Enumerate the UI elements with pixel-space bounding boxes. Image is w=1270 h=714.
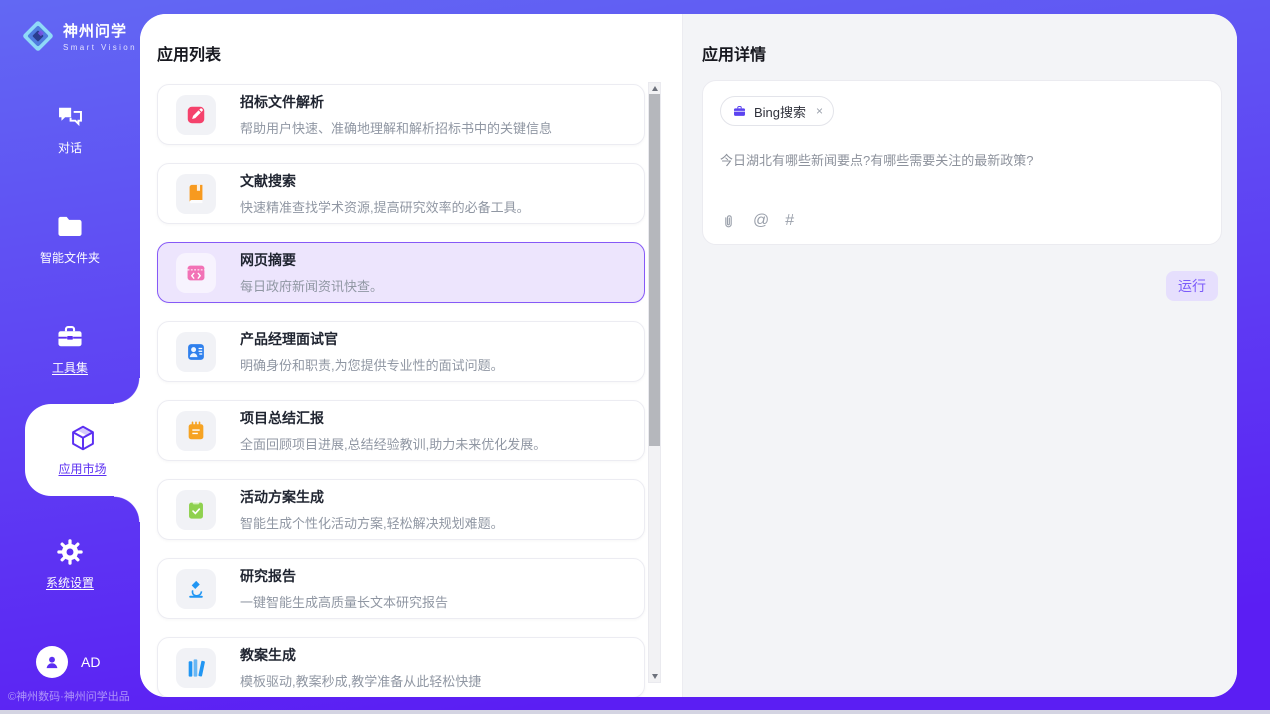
cube-icon [68,423,98,453]
app-list-title: 应用列表 [157,41,221,65]
app-name: 产品经理面试官 [240,329,504,349]
tender-parse-icon [176,95,216,135]
prompt-toolbar: @# [720,212,794,230]
book-search-icon [176,174,216,214]
app-detail-pane: 应用详情 Bing搜索 × 今日湖北有哪些新闻要点?有哪些需要关注的最新政策? … [683,14,1237,697]
sidebar-item-folders[interactable]: 智能文件夹 [0,216,140,262]
app-card[interactable]: 教案生成模板驱动,教案秒成,教学准备从此轻松快捷 [157,637,645,697]
app-name: 文献搜索 [240,171,530,191]
brand-logo: 神州问学 Smart Vision [0,0,140,54]
app-name: 网页摘要 [240,250,383,270]
app-card[interactable]: 项目总结汇报全面回顾项目进展,总结经验教训,助力未来优化发展。 [157,400,645,461]
app-card[interactable]: 文献搜索快速精准查找学术资源,提高研究效率的必备工具。 [157,163,645,224]
toolbox-icon [55,322,85,352]
app-description: 明确身份和职责,为您提供专业性的面试问题。 [240,355,504,374]
app-name: 活动方案生成 [240,487,504,507]
app-card[interactable]: 活动方案生成智能生成个性化活动方案,轻松解决规划难题。 [157,479,645,540]
brand-name: 神州问学 [63,20,137,41]
app-description: 每日政府新闻资讯快查。 [240,276,383,295]
content-panel: 应用列表 招标文件解析帮助用户快速、准确地理解和解析招标书中的关键信息文献搜索快… [140,14,1237,697]
user-name: AD [81,654,100,670]
app-list-pane: 应用列表 招标文件解析帮助用户快速、准确地理解和解析招标书中的关键信息文献搜索快… [140,14,683,697]
sidebar-nav: 对话智能文件夹工具集应用市场系统设置 [0,106,140,651]
folder-icon [55,212,85,242]
app-description: 一键智能生成高质量长文本研究报告 [240,592,448,611]
app-card[interactable]: 网页摘要每日政府新闻资讯快查。 [157,242,645,303]
sidebar-item-chat[interactable]: 对话 [0,106,140,152]
sidebar-item-settings[interactable]: 系统设置 [0,541,140,587]
app-description: 全面回顾项目进展,总结经验教训,助力未来优化发展。 [240,434,546,453]
sidebar-item-label: 对话 [58,139,82,156]
chat-icon [55,102,85,132]
sidebar-item-tools[interactable]: 工具集 [0,326,140,372]
app-detail-title: 应用详情 [702,41,766,65]
scrollbar-thumb[interactable] [649,94,660,446]
sidebar-item-label: 工具集 [52,359,88,376]
briefcase-icon [732,104,747,119]
close-icon[interactable]: × [816,104,823,118]
sidebar-item-label: 应用市场 [58,460,106,477]
diamond-logo-icon [20,18,56,54]
app-card[interactable]: 招标文件解析帮助用户快速、准确地理解和解析招标书中的关键信息 [157,84,645,145]
brand-subtitle: Smart Vision [63,43,137,52]
webpage-summary-icon [176,253,216,293]
avatar[interactable] [36,646,68,678]
app-name: 研究报告 [240,566,448,586]
event-plan-icon [176,490,216,530]
mention-icon[interactable]: @ [753,212,769,230]
sidebar: 神州问学 Smart Vision 对话智能文件夹工具集应用市场系统设置 AD … [0,0,140,714]
lesson-plan-icon [176,648,216,688]
attachment-icon[interactable] [720,213,737,230]
tool-tag-bing-search[interactable]: Bing搜索 × [720,96,834,126]
scrollbar-down-arrow-icon[interactable] [649,671,660,682]
app-card[interactable]: 研究报告一键智能生成高质量长文本研究报告 [157,558,645,619]
prompt-input[interactable]: 今日湖北有哪些新闻要点?有哪些需要关注的最新政策? [720,152,1204,170]
app-name: 项目总结汇报 [240,408,546,428]
tool-tag-label: Bing搜索 [754,102,806,121]
copyright-text: ©神州数码·神州问学出品 [8,688,140,704]
sidebar-item-label: 智能文件夹 [40,249,100,266]
research-report-icon [176,569,216,609]
project-report-icon [176,411,216,451]
app-name: 教案生成 [240,645,481,665]
app-description: 模板驱动,教案秒成,教学准备从此轻松快捷 [240,671,481,690]
app-description: 帮助用户快速、准确地理解和解析招标书中的关键信息 [240,118,552,137]
app-description: 智能生成个性化活动方案,轻松解决规划难题。 [240,513,504,532]
sidebar-item-market[interactable]: 应用市场 [25,404,140,496]
scrollbar[interactable] [648,82,661,683]
app-list: 招标文件解析帮助用户快速、准确地理解和解析招标书中的关键信息文献搜索快速精准查找… [157,84,645,697]
run-button[interactable]: 运行 [1166,271,1218,301]
app-description: 快速精准查找学术资源,提高研究效率的必备工具。 [240,197,530,216]
prompt-card: Bing搜索 × 今日湖北有哪些新闻要点?有哪些需要关注的最新政策? @# [702,80,1222,245]
app-name: 招标文件解析 [240,92,552,112]
app-card[interactable]: 产品经理面试官明确身份和职责,为您提供专业性的面试问题。 [157,321,645,382]
interviewer-icon [176,332,216,372]
user-row[interactable]: AD [36,646,100,678]
bottom-edge-strip [0,710,1270,714]
hash-icon[interactable]: # [785,212,794,230]
scrollbar-up-arrow-icon[interactable] [649,83,660,94]
gear-icon [55,537,85,567]
sidebar-item-label: 系统设置 [46,574,94,591]
